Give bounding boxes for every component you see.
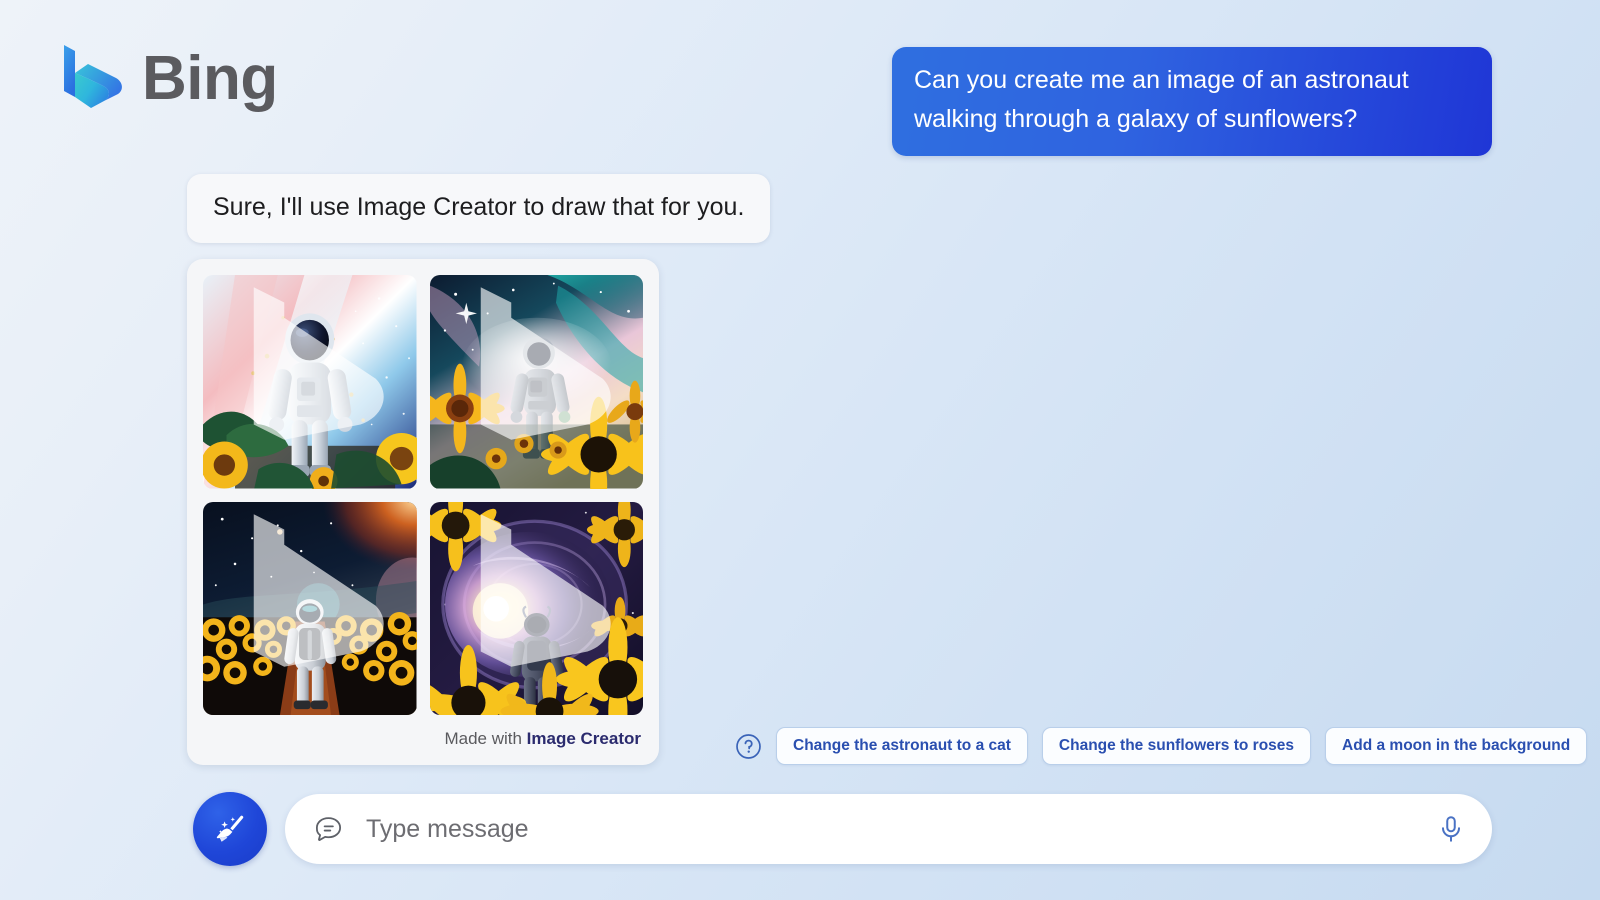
user-message-bubble: Can you create me an image of an astrona… — [892, 47, 1492, 156]
generated-image-1[interactable] — [203, 275, 417, 489]
suggestion-chip-1[interactable]: Change the astronaut to a cat — [776, 727, 1028, 765]
message-input-shell[interactable] — [285, 794, 1492, 864]
message-input[interactable] — [364, 813, 1436, 845]
microphone-icon[interactable] — [1436, 814, 1466, 844]
generated-images-card: Made with Image Creator — [187, 259, 659, 765]
bing-watermark-icon — [480, 287, 611, 440]
generated-image-4[interactable] — [429, 501, 643, 715]
bot-message-bubble: Sure, I'll use Image Creator to draw tha… — [187, 174, 771, 243]
question-mark-circle-icon[interactable] — [735, 733, 762, 760]
bing-logo-icon — [58, 42, 124, 116]
suggestion-chip-2[interactable]: Change the sunflowers to roses — [1041, 727, 1312, 765]
generated-image-2[interactable] — [429, 275, 643, 489]
brand-name: Bing — [142, 44, 278, 113]
made-with-label: Made with — [444, 729, 527, 748]
suggestion-chips: Change the astronaut to a cat Change the… — [735, 727, 1588, 765]
bing-watermark-icon — [253, 513, 384, 667]
broom-sparkle-icon — [210, 809, 250, 849]
made-with-footer: Made with Image Creator — [203, 715, 643, 757]
bing-watermark-icon — [480, 513, 611, 667]
message-composer — [193, 792, 1492, 866]
suggestion-chip-3[interactable]: Add a moon in the background — [1325, 727, 1588, 765]
image-grid — [203, 275, 643, 715]
image-creator-link[interactable]: Image Creator — [527, 729, 641, 748]
bing-brand: Bing — [58, 42, 278, 116]
bing-watermark-icon — [253, 287, 384, 440]
generated-image-3[interactable] — [203, 501, 417, 715]
chat-bubble-icon — [313, 814, 344, 845]
new-topic-button[interactable] — [193, 792, 267, 866]
